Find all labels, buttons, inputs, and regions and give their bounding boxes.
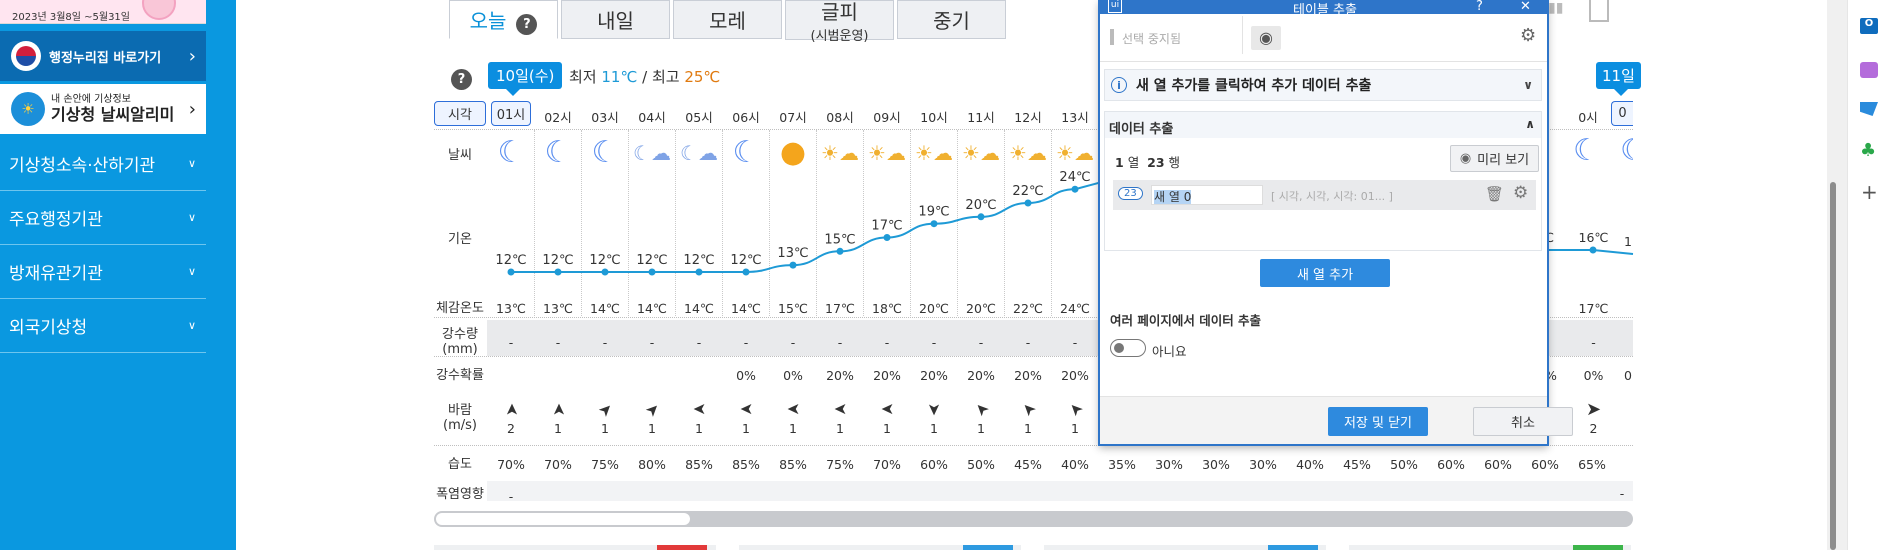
temp-point bbox=[1071, 185, 1079, 193]
temp-label: 20℃ bbox=[965, 198, 996, 213]
dialog-toolbar: 선택 중지됨 ◉ ⚙ bbox=[1100, 14, 1547, 62]
cancel-button[interactable]: 취소 bbox=[1473, 407, 1573, 436]
temp-point bbox=[648, 268, 656, 276]
temp-point bbox=[977, 213, 985, 221]
pause-icon bbox=[1110, 29, 1114, 45]
dialog-titlebar: ui 테이블 추출 ? ✕ bbox=[1100, 0, 1547, 18]
trash-icon[interactable]: 🗑 bbox=[1485, 185, 1504, 203]
info-bar[interactable]: i 새 열 추가를 클릭하여 추가 데이터 추출 ∨ bbox=[1104, 69, 1542, 101]
info-icon: i bbox=[1111, 77, 1127, 93]
temp-point bbox=[883, 234, 891, 241]
column-sample: [ 시각, 시각, 시각: 01... ] bbox=[1271, 190, 1393, 203]
toggle-knob bbox=[1114, 343, 1124, 353]
temp-label: 12℃ bbox=[542, 253, 573, 268]
prob-value: 0% bbox=[1583, 368, 1604, 383]
table-view-icon[interactable] bbox=[1589, 0, 1609, 22]
toggle-label: 아니요 bbox=[1152, 344, 1187, 359]
extract-title: 데이터 추출 bbox=[1109, 122, 1174, 137]
gear-icon[interactable]: ⚙ bbox=[1520, 25, 1536, 46]
temperature-chart: 12℃ 12℃ 12℃ 12℃ 12℃ 12℃ 13℃ 15℃ 17℃ 19℃ 20℃ 22℃ 24℃ bbox=[495, 170, 1634, 276]
temp-label: 12℃ bbox=[636, 253, 667, 268]
save-close-button[interactable]: 저장 및 닫기 bbox=[1328, 407, 1428, 436]
extract-panel: 데이터 추출 ∧ 1 열 23 행 ◉ 미리 보기 23 새 열 0 [ 시각,… bbox=[1104, 111, 1542, 251]
temp-point bbox=[836, 247, 844, 255]
heat-value: - bbox=[508, 489, 514, 504]
temp-point bbox=[554, 268, 562, 276]
temp-value: 16℃ bbox=[1578, 230, 1609, 245]
moon-icon: ☾ bbox=[1620, 136, 1633, 166]
toolbar-divider bbox=[1242, 16, 1243, 54]
column-name-value: 새 열 0 bbox=[1154, 190, 1192, 204]
pick-status: 선택 중지됨 bbox=[1122, 32, 1182, 46]
temp-point bbox=[1024, 199, 1032, 207]
help-icon[interactable]: ? bbox=[1476, 0, 1483, 14]
heat-value: - bbox=[1619, 486, 1625, 501]
temp-label: 19℃ bbox=[918, 205, 949, 220]
page-scrollbar-thumb[interactable] bbox=[1830, 182, 1836, 550]
extract-panel-header[interactable]: 데이터 추출 ∧ bbox=[1105, 112, 1541, 138]
table-extract-dialog: ui 테이블 추출 ? ✕ 선택 중지됨 ◉ ⚙ i 새 열 추가를 클릭하여 … bbox=[1099, 0, 1573, 445]
hour-label: 0시 bbox=[1578, 110, 1598, 125]
scrollbar-thumb[interactable] bbox=[436, 513, 690, 525]
eye-icon: ◉ bbox=[1459, 151, 1472, 166]
temp-label: 17℃ bbox=[871, 219, 902, 234]
temp-label: 12℃ bbox=[495, 253, 526, 268]
preview-label: 미리 보기 bbox=[1477, 153, 1530, 168]
add-icon[interactable]: + bbox=[1861, 182, 1878, 202]
close-icon[interactable]: ✕ bbox=[1520, 0, 1531, 14]
temp-point bbox=[601, 268, 609, 276]
chevron-up-icon: ∧ bbox=[1525, 117, 1535, 131]
row-count-label: 행 bbox=[1168, 155, 1181, 170]
prob-value: 0 bbox=[1624, 368, 1632, 383]
extract-summary: 1 열 23 행 bbox=[1115, 152, 1180, 171]
temp-point bbox=[695, 268, 703, 276]
temp-point bbox=[742, 268, 750, 276]
multi-page-label: 여러 페이지에서 데이터 추출 bbox=[1110, 313, 1262, 328]
temp-point bbox=[930, 220, 938, 228]
column-name-input[interactable]: 새 열 0 bbox=[1151, 185, 1263, 205]
designer-icon[interactable] bbox=[1860, 62, 1878, 78]
precip-value: - bbox=[1591, 335, 1596, 350]
eye-icon[interactable]: ◉ bbox=[1251, 26, 1281, 50]
add-column-button[interactable]: 새 열 추가 bbox=[1260, 259, 1390, 287]
feels-value: 17℃ bbox=[1578, 301, 1609, 316]
temp-point bbox=[507, 268, 515, 276]
multi-page-toggle[interactable] bbox=[1110, 339, 1146, 357]
temp-point bbox=[789, 261, 797, 269]
row-count: 23 bbox=[1147, 155, 1165, 170]
chart-view-icon[interactable]: ▮▮ bbox=[1548, 0, 1566, 22]
bottom-card-accent bbox=[1573, 545, 1623, 550]
temp-label: 12℃ bbox=[589, 253, 620, 268]
temp-label: 22℃ bbox=[1012, 184, 1043, 199]
moon-icon: ☾ bbox=[1573, 133, 1600, 168]
bottom-card-accent bbox=[657, 545, 707, 550]
info-text: 새 열 추가를 클릭하여 추가 데이터 추출 bbox=[1136, 78, 1372, 94]
temp-label: 12℃ bbox=[730, 253, 761, 268]
temp-label: 13℃ bbox=[777, 246, 808, 261]
temp-label: 12℃ bbox=[683, 253, 714, 268]
bottom-card-accent bbox=[963, 545, 1013, 550]
tree-icon[interactable]: ♣ bbox=[1860, 142, 1876, 160]
outlook-icon[interactable]: O bbox=[1860, 18, 1878, 34]
column-count: 1 bbox=[1115, 155, 1124, 170]
bottom-card-accent bbox=[1268, 545, 1318, 550]
temp-label: 15℃ bbox=[824, 232, 855, 247]
temp-point bbox=[1589, 246, 1597, 254]
column-row: 23 새 열 0 [ 시각, 시각, 시각: 01... ] 🗑 ⚙ bbox=[1113, 180, 1536, 210]
gear-icon[interactable]: ⚙ bbox=[1513, 183, 1528, 203]
column-count-label: 열 bbox=[1127, 155, 1140, 170]
app-logo-icon: ui bbox=[1108, 0, 1122, 13]
hour-label-next: 0 bbox=[1611, 101, 1633, 126]
column-type-badge: 23 bbox=[1118, 187, 1143, 200]
wind-speed: 2 bbox=[1589, 421, 1598, 436]
temp-value: 1 bbox=[1624, 234, 1632, 249]
browser-sidebar: O ♣ + bbox=[1847, 0, 1891, 550]
chevron-down-icon: ∨ bbox=[1523, 78, 1533, 92]
send-icon[interactable] bbox=[1860, 102, 1878, 116]
temp-label: 24℃ bbox=[1059, 170, 1090, 185]
preview-button[interactable]: ◉ 미리 보기 bbox=[1450, 145, 1539, 172]
wind-arrow-icon: ➤ bbox=[1585, 399, 1602, 420]
